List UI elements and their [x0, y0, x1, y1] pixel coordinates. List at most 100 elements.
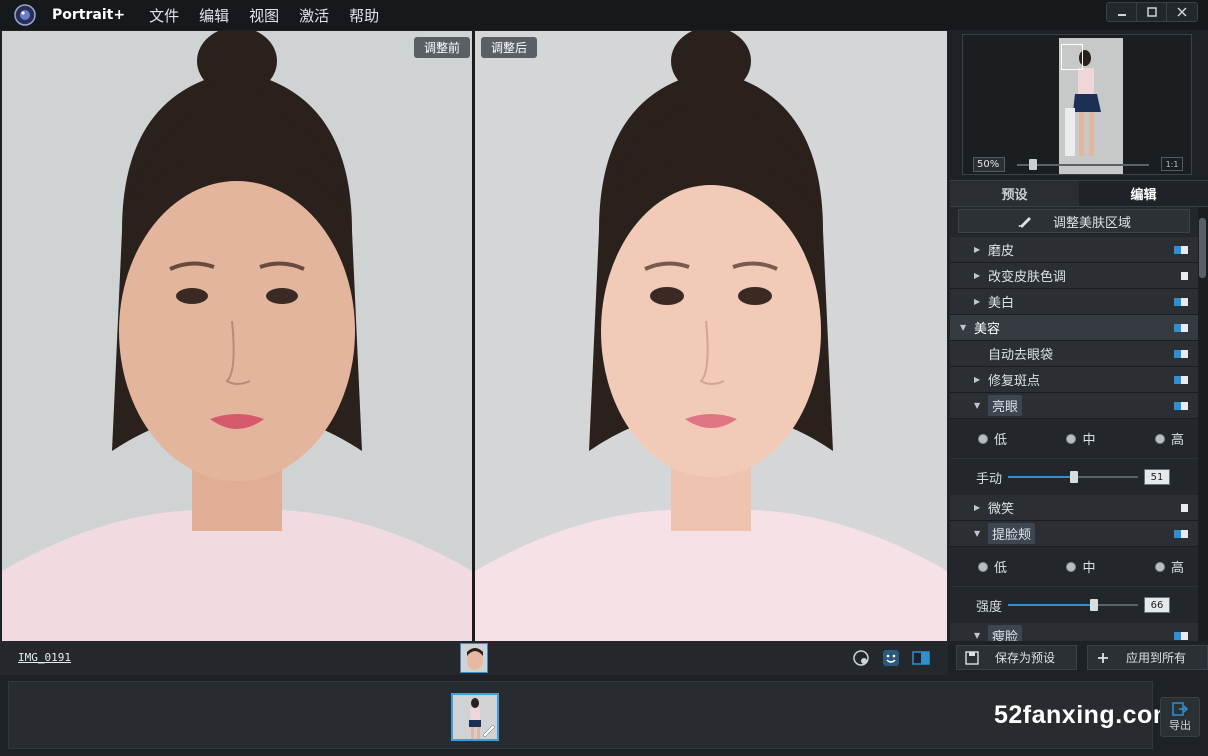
section-label: 改变皮肤色调 — [988, 270, 1067, 285]
section-toggle[interactable] — [1174, 350, 1188, 358]
navigator-viewport-frame[interactable] — [1061, 44, 1083, 70]
export-button[interactable]: 导出 — [1160, 697, 1200, 737]
section-toggle[interactable] — [1174, 632, 1188, 640]
section-smile[interactable]: ▶ 微笑 — [950, 495, 1198, 521]
adjustment-panel: 调整美肤区域 ▶ 磨皮 ▶ 改变皮肤色调 ▶ 美白 ▼ 美容 自动去眼袋 ▶ 修… — [950, 207, 1198, 641]
expanded-arrow-icon: ▼ — [974, 401, 981, 410]
section-lift-cheeks[interactable]: ▼ 提脸颊 — [950, 521, 1198, 547]
zoom-slider-knob[interactable] — [1029, 159, 1037, 170]
apply-to-all-label: 应用到所有 — [1126, 651, 1187, 665]
maximize-button[interactable] — [1137, 3, 1167, 21]
panel-tabs: 预设 编辑 — [950, 180, 1208, 207]
level-mid-radio[interactable]: 中 — [1066, 429, 1096, 448]
apply-to-all-button[interactable]: 应用到所有 — [1087, 645, 1208, 670]
level-mid-radio[interactable]: 中 — [1066, 557, 1096, 576]
split-view-button[interactable] — [912, 649, 930, 667]
after-label: 调整后 — [481, 37, 538, 58]
face-detect-icon — [853, 650, 869, 666]
section-whitening[interactable]: ▶ 美白 — [950, 289, 1198, 315]
section-beauty[interactable]: ▼ 美容 — [950, 315, 1198, 341]
split-view-icon — [912, 651, 930, 665]
adjust-skin-region-label: 调整美肤区域 — [1052, 215, 1131, 231]
slider-label: 强度 — [976, 599, 1003, 615]
collapsed-arrow-icon: ▶ — [974, 503, 981, 512]
current-face-thumbnail[interactable] — [460, 643, 488, 673]
after-photo: 调整后 — [475, 31, 947, 641]
smile-face-icon — [883, 650, 899, 666]
menu-file[interactable]: 文件 — [149, 5, 179, 26]
section-blemish-fix[interactable]: ▶ 修复斑点 — [950, 367, 1198, 393]
radio-dot-icon — [1154, 561, 1165, 572]
export-icon — [1172, 702, 1189, 716]
section-label: 自动去眼袋 — [988, 348, 1054, 363]
slider-knob[interactable] — [1070, 471, 1078, 483]
navigator-panel[interactable]: 50% 1:1 — [962, 34, 1192, 175]
panel-scrollbar-thumb[interactable] — [1199, 218, 1206, 278]
plus-icon — [1098, 652, 1108, 663]
full-body-thumbnail-image — [453, 695, 497, 739]
level-high-radio[interactable]: 高 — [1154, 557, 1184, 576]
section-toggle[interactable] — [1174, 324, 1188, 332]
level-low-radio[interactable]: 低 — [978, 557, 1007, 576]
maximize-icon — [1146, 7, 1157, 17]
photo-viewer[interactable]: 调整前 调整后 — [2, 31, 947, 641]
collapsed-arrow-icon: ▶ — [974, 245, 981, 254]
actual-size-button[interactable]: 1:1 — [1161, 157, 1183, 171]
lift-cheeks-slider-row: 强度 66 — [950, 587, 1198, 623]
section-label: 磨皮 — [988, 244, 1015, 259]
section-skin-tone[interactable]: ▶ 改变皮肤色调 — [950, 263, 1198, 289]
lift-cheeks-controls: 低 中 高 强度 66 — [950, 547, 1198, 623]
section-label: 修复斑点 — [988, 374, 1041, 389]
radio-dot-icon — [978, 433, 988, 444]
section-toggle[interactable] — [1174, 246, 1188, 254]
title-bar: Portrait+ 文件 编辑 视图 激活 帮助 — [0, 0, 1208, 30]
app-logo-icon — [10, 0, 40, 30]
save-as-preset-button[interactable]: 保存为预设 — [956, 645, 1077, 670]
minimize-button[interactable] — [1107, 3, 1137, 21]
section-label: 美容 — [974, 322, 1001, 337]
zoom-level-field[interactable]: 50% — [973, 157, 1005, 172]
item-auto-eye-bag[interactable]: 自动去眼袋 — [950, 341, 1198, 367]
section-toggle[interactable] — [1174, 272, 1188, 280]
section-toggle[interactable] — [1174, 504, 1188, 512]
slider-fill — [1008, 604, 1094, 606]
section-toggle[interactable] — [1174, 298, 1188, 306]
smile-face-button[interactable] — [882, 649, 900, 667]
radio-dot-icon — [978, 561, 988, 572]
level-low-radio[interactable]: 低 — [978, 429, 1007, 448]
section-toggle[interactable] — [1174, 402, 1188, 410]
section-bright-eyes[interactable]: ▼ 亮眼 — [950, 393, 1198, 419]
section-slim-face[interactable]: ▼ 瘦脸 — [950, 623, 1198, 641]
lift-cheeks-level-options: 低 中 高 — [950, 547, 1198, 587]
status-bar: IMG_0191 — [0, 641, 948, 675]
radio-label: 低 — [994, 433, 1008, 448]
filmstrip-thumbnail[interactable] — [451, 693, 499, 741]
radio-label: 高 — [1170, 561, 1184, 576]
close-icon — [1177, 7, 1187, 17]
bright-eyes-level-options: 低 中 高 — [950, 419, 1198, 459]
level-high-radio[interactable]: 高 — [1154, 429, 1184, 448]
section-toggle[interactable] — [1174, 530, 1188, 538]
portrait-before-image — [2, 31, 472, 641]
face-detect-button[interactable] — [852, 649, 870, 667]
menu-edit[interactable]: 编辑 — [199, 5, 229, 26]
filmstrip[interactable] — [8, 681, 1153, 749]
slider-value-field[interactable]: 51 — [1144, 469, 1170, 485]
section-smoothing[interactable]: ▶ 磨皮 — [950, 237, 1198, 263]
tab-edit[interactable]: 编辑 — [1079, 181, 1208, 206]
slider-fill — [1008, 476, 1074, 478]
section-toggle[interactable] — [1174, 376, 1188, 384]
menu-view[interactable]: 视图 — [249, 5, 279, 26]
minimize-icon — [1117, 14, 1126, 16]
menu-activate[interactable]: 激活 — [299, 5, 329, 26]
menu-help[interactable]: 帮助 — [349, 5, 379, 26]
file-name-link[interactable]: IMG_0191 — [18, 651, 71, 664]
face-thumbnail-image — [461, 644, 487, 672]
section-label: 瘦脸 — [988, 625, 1023, 641]
adjust-skin-region-button[interactable]: 调整美肤区域 — [958, 209, 1190, 233]
tab-presets[interactable]: 预设 — [950, 181, 1079, 206]
slider-value-field[interactable]: 66 — [1144, 597, 1170, 613]
slider-knob[interactable] — [1090, 599, 1098, 611]
collapsed-arrow-icon: ▶ — [974, 271, 981, 280]
close-button[interactable] — [1167, 3, 1197, 21]
